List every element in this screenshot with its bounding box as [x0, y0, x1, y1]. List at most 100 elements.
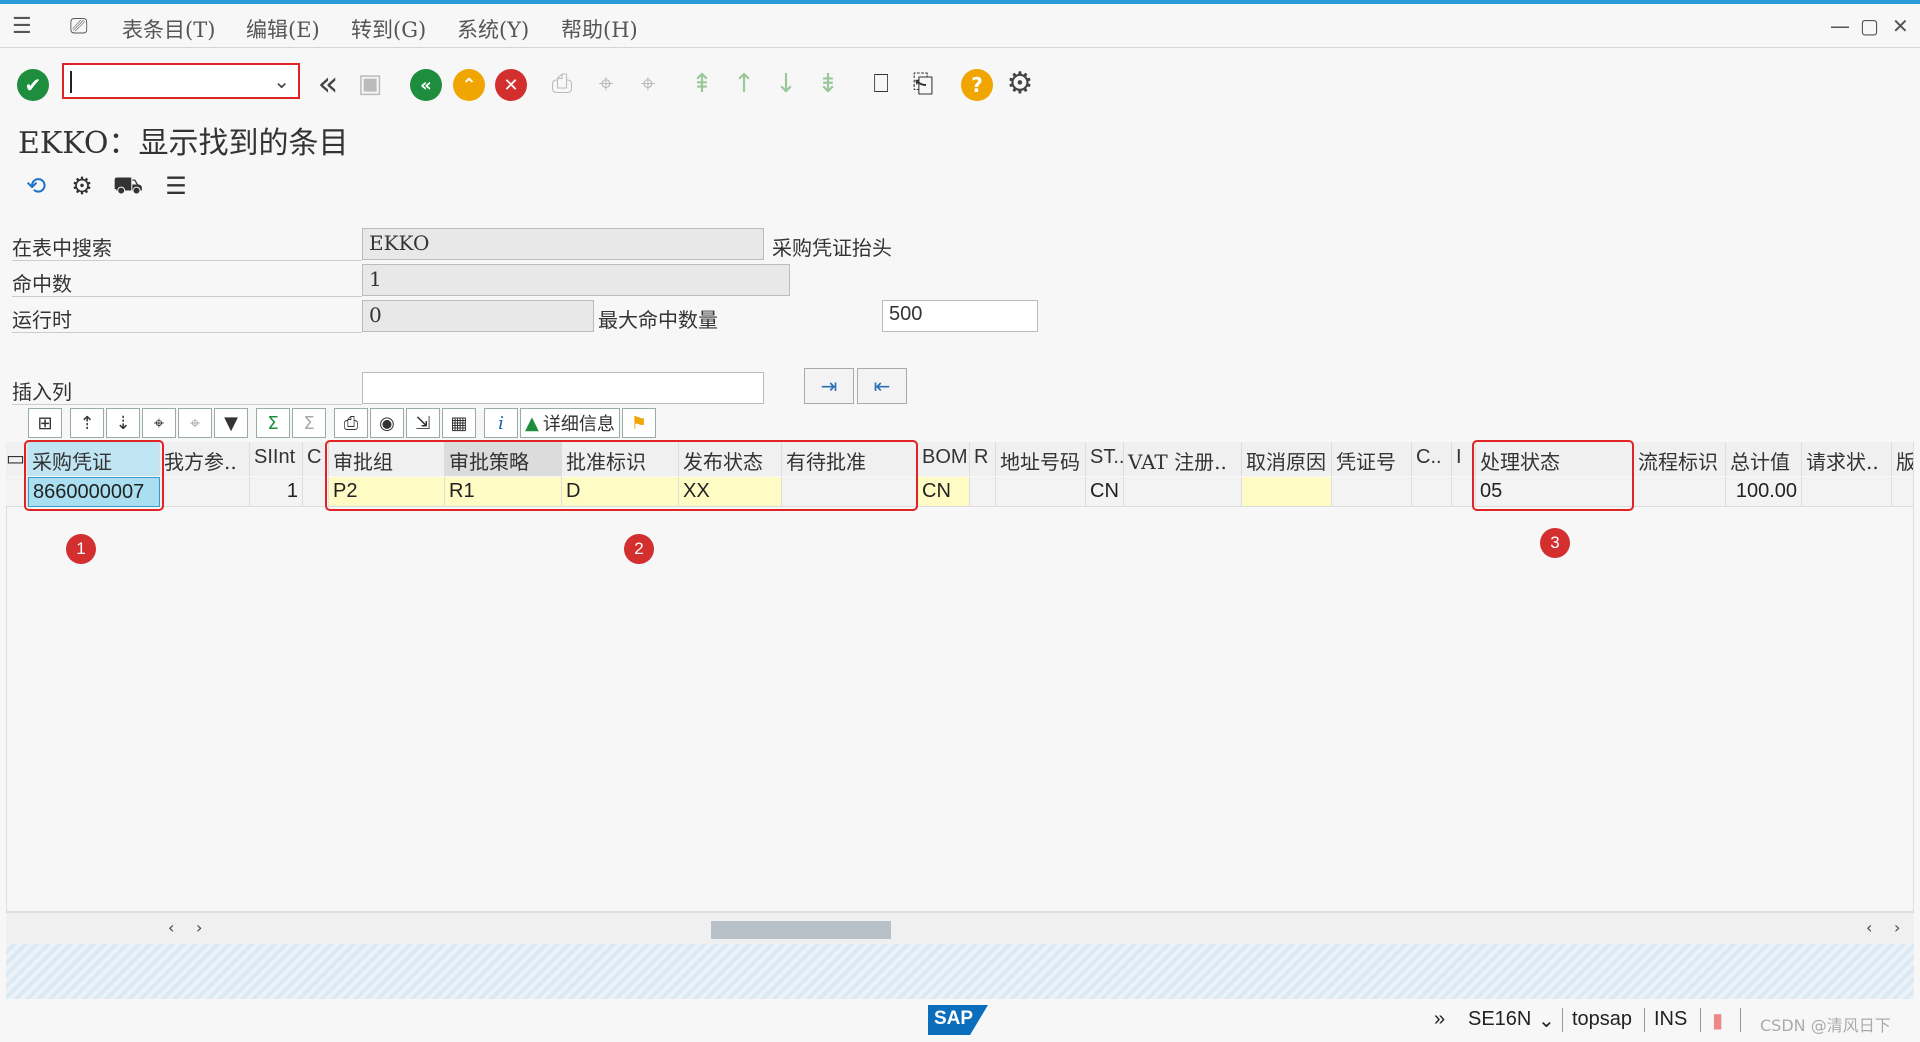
column-header[interactable]: 我方参.. — [160, 442, 250, 476]
table-cell[interactable]: CN — [1086, 477, 1124, 507]
filter-icon[interactable]: ▼ — [214, 408, 248, 438]
divider — [12, 296, 362, 297]
system-name: topsap — [1572, 1008, 1633, 1030]
prev-page-icon: ↑ — [733, 69, 755, 99]
insert-mode[interactable]: INS — [1654, 1008, 1687, 1031]
find-icon[interactable]: ⌖ — [142, 408, 176, 438]
annotation-badge-2: 2 — [624, 534, 654, 564]
close-icon[interactable]: ✕ — [1892, 14, 1909, 38]
horizontal-scrollbar[interactable] — [6, 912, 1914, 945]
scroll-right-icon[interactable]: › — [196, 918, 202, 937]
table-cell[interactable] — [1242, 477, 1332, 507]
back-green-icon[interactable]: « — [410, 69, 442, 101]
shortcut-icon[interactable]: ⎗ — [906, 68, 940, 100]
table-cell[interactable] — [1802, 477, 1892, 507]
column-header[interactable]: 地址号码 — [996, 442, 1086, 476]
remove-column-button[interactable]: ⇤ — [857, 368, 907, 404]
settings-icon[interactable]: ⚙ — [1003, 66, 1037, 101]
layout-icon[interactable]: ▦ — [442, 408, 476, 438]
scroll-thumb[interactable] — [711, 921, 891, 939]
menu-bar: ☰ ⎚ 表条目(T) 编辑(E) 转到(G) 系统(Y) 帮助(H) — ▢ ✕ — [0, 4, 1920, 48]
select-icon[interactable]: ⊞ — [28, 408, 62, 438]
exit-icon[interactable]: ⌃ — [453, 69, 485, 101]
first-page-icon: ⇞ — [691, 69, 713, 99]
menu-item-goto[interactable]: 转到(G) — [351, 14, 426, 44]
column-header[interactable]: 请求状.. — [1802, 442, 1892, 476]
search-in-table-field: EKKO — [362, 228, 764, 260]
connection-icon: ▮ — [1712, 1010, 1724, 1032]
max-hits-input[interactable]: 500 — [882, 300, 1038, 332]
message-area — [6, 944, 1914, 999]
column-header[interactable]: 流程标识 — [1634, 442, 1726, 476]
transport-icon[interactable]: ⛟ — [112, 170, 144, 202]
table-cell[interactable]: CN — [918, 477, 970, 507]
column-header[interactable]: R — [970, 442, 996, 476]
sum-icon[interactable]: Σ — [256, 408, 290, 438]
chevron-down-icon[interactable]: ⌄ — [273, 69, 290, 93]
new-session-icon[interactable]: ⎕ — [864, 68, 898, 100]
print-icon[interactable]: ⎙ — [334, 408, 368, 438]
restore-icon[interactable]: ▢ — [1860, 14, 1879, 38]
table-cell[interactable] — [996, 477, 1086, 507]
column-header[interactable]: ST.. — [1086, 442, 1124, 476]
sort-descending-icon[interactable]: ⇣ — [106, 408, 140, 438]
table-cell[interactable] — [1124, 477, 1242, 507]
scroll-left-icon[interactable]: ‹ — [1866, 918, 1872, 937]
expand-icon[interactable]: » — [1434, 1008, 1445, 1031]
back-icon[interactable]: « — [312, 64, 344, 104]
divider — [1562, 1008, 1563, 1032]
insert-column-button[interactable]: ⇥ — [804, 368, 854, 404]
list-icon[interactable]: ☰ — [160, 170, 192, 202]
table-cell[interactable] — [1634, 477, 1726, 507]
divider — [12, 260, 362, 261]
annotation-box-2 — [325, 440, 918, 511]
column-header[interactable]: 凭证号 — [1332, 442, 1412, 476]
menu-item-system[interactable]: 系统(Y) — [457, 14, 529, 44]
column-header[interactable]: 总计值 — [1726, 442, 1802, 476]
help-icon[interactable]: ? — [961, 69, 993, 101]
export-icon[interactable]: ⇲ — [406, 408, 440, 438]
table-cell[interactable] — [1412, 477, 1452, 507]
app-menu-icon[interactable]: ☰ — [12, 14, 32, 39]
column-header[interactable]: SIInt — [250, 442, 303, 476]
print-icon: ⎙ — [551, 68, 573, 99]
insert-column-input[interactable] — [362, 372, 764, 404]
divider — [1700, 1008, 1701, 1032]
scroll-left-icon[interactable]: ‹ — [168, 918, 174, 937]
column-header[interactable]: BOM — [918, 442, 970, 476]
details-button[interactable]: ▲ 详细信息 — [520, 408, 620, 438]
info-icon[interactable]: i — [484, 408, 518, 438]
column-header[interactable]: 版 — [1892, 442, 1914, 476]
table-cell[interactable] — [970, 477, 996, 507]
runtime-label: 运行时 — [12, 308, 72, 332]
search-in-table-label: 在表中搜索 — [12, 236, 112, 260]
view-icon[interactable]: ◉ — [370, 408, 404, 438]
command-field[interactable]: ⌄ — [62, 63, 300, 99]
next-page-icon: ↓ — [775, 69, 797, 99]
chevron-down-icon[interactable]: ⌄ — [1538, 1008, 1555, 1033]
transaction-code: SE16N — [1468, 1008, 1532, 1030]
alert-icon[interactable]: ⚑ — [621, 408, 656, 438]
table-cell[interactable] — [1332, 477, 1412, 507]
minimize-icon[interactable]: — — [1830, 14, 1850, 38]
table-cell[interactable]: 100.00 — [1726, 477, 1802, 507]
cancel-icon[interactable]: ✕ — [495, 69, 527, 101]
menu-item-help[interactable]: 帮助(H) — [561, 14, 638, 44]
refresh-icon[interactable]: ⟲ — [20, 170, 52, 202]
sort-ascending-icon[interactable]: ⇡ — [70, 408, 104, 438]
save-icon: ▣ — [357, 69, 383, 99]
table-cell[interactable] — [1892, 477, 1914, 507]
scroll-right-icon[interactable]: › — [1894, 918, 1900, 937]
last-page-icon: ⇟ — [817, 69, 839, 99]
annotation-badge-1: 1 — [66, 534, 96, 564]
layout-icon[interactable]: ⚙ — [66, 170, 98, 202]
menu-item-table-entry[interactable]: 表条目(T) — [122, 14, 215, 44]
table-cell[interactable]: 1 — [250, 477, 303, 507]
column-header[interactable]: 取消原因 — [1242, 442, 1332, 476]
table-cell[interactable] — [160, 477, 250, 507]
column-header[interactable]: C.. — [1412, 442, 1452, 476]
column-header[interactable]: VAT 注册.. — [1124, 442, 1242, 476]
enter-icon[interactable]: ✔ — [17, 69, 49, 101]
sap-menu-icon[interactable]: ⎚ — [70, 14, 88, 39]
menu-item-edit[interactable]: 编辑(E) — [246, 14, 320, 44]
